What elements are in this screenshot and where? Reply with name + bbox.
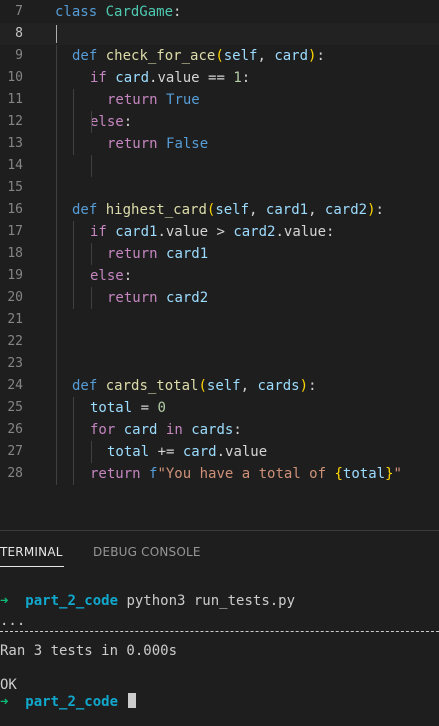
- indent-guide: [91, 243, 92, 265]
- code-text: return False: [107, 136, 209, 152]
- terminal-separator: [0, 631, 439, 632]
- line-number: 9: [15, 48, 23, 63]
- code-text: def check_for_ace(self, card):: [72, 48, 325, 64]
- code-text: return card1: [107, 246, 209, 262]
- line-number: 19: [7, 268, 23, 283]
- code-line[interactable]: 19 else:: [0, 265, 439, 287]
- line-number: 22: [7, 334, 23, 349]
- code-text: if card.value == 1:: [90, 70, 251, 86]
- code-line[interactable]: 9 def check_for_ace(self, card):: [0, 45, 439, 67]
- line-number: 21: [7, 312, 23, 327]
- prompt-directory: part_2_code: [25, 593, 119, 609]
- prompt-arrow-icon: ➜: [0, 593, 9, 609]
- line-number: 28: [7, 466, 23, 481]
- line-number: 7: [15, 4, 23, 19]
- terminal-cursor: [128, 693, 137, 708]
- code-line[interactable]: 11 return True: [0, 89, 439, 111]
- code-line[interactable]: 14: [0, 155, 439, 177]
- code-line[interactable]: 28 return f"You have a total of {total}": [0, 463, 439, 485]
- prompt-arrow-icon: ➜: [0, 694, 9, 710]
- text-cursor: [56, 25, 57, 43]
- code-line[interactable]: 23: [0, 353, 439, 375]
- terminal-result: Ran 3 tests in 0.000s: [0, 643, 178, 659]
- code-line[interactable]: 17 if card1.value > card2.value:: [0, 221, 439, 243]
- prompt-directory: part_2_code: [25, 694, 119, 710]
- line-number: 20: [7, 290, 23, 305]
- line-number: 8: [15, 26, 23, 41]
- indent-guide: [91, 111, 92, 133]
- indent-guide: [56, 45, 57, 485]
- code-editor[interactable]: 7 class CardGame: 8 9 def check_for_ace(self…: [0, 0, 439, 530]
- terminal-command-line[interactable]: ➜ part_2_code python3 run_tests.py: [0, 591, 295, 611]
- code-line[interactable]: 10 if card.value == 1:: [0, 67, 439, 89]
- code-line[interactable]: 21: [0, 309, 439, 331]
- code-line[interactable]: 12 else:: [0, 111, 439, 133]
- line-number: 26: [7, 422, 23, 437]
- code-line[interactable]: 27 total += card.value: [0, 441, 439, 463]
- code-text: class CardGame:: [55, 4, 182, 20]
- code-line[interactable]: 13 return False: [0, 133, 439, 155]
- code-line[interactable]: 25 total = 0: [0, 397, 439, 419]
- indent-guide: [73, 89, 74, 155]
- terminal-prompt[interactable]: ➜ part_2_code: [0, 692, 137, 712]
- code-text: return f"You have a total of {total}": [90, 466, 402, 482]
- code-text: def highest_card(self, card1, card2):: [72, 202, 384, 218]
- code-line[interactable]: 7 class CardGame:: [0, 1, 439, 23]
- code-line[interactable]: 22: [0, 331, 439, 353]
- code-line[interactable]: 16 def highest_card(self, card1, card2):: [0, 199, 439, 221]
- code-text: if card1.value > card2.value:: [90, 224, 335, 240]
- indent-guide: [91, 441, 92, 463]
- code-text: return card2: [107, 290, 209, 306]
- code-line[interactable]: 26 for card in cards:: [0, 419, 439, 441]
- indent-guide: [73, 221, 74, 309]
- line-number: 17: [7, 224, 23, 239]
- code-text: return True: [107, 92, 200, 108]
- line-number: 10: [7, 70, 23, 85]
- line-number: 12: [7, 114, 23, 129]
- terminal-command: python3 run_tests.py: [126, 593, 296, 609]
- bottom-panel: TERMINAL DEBUG CONSOLE ➜ part_2_code pyt…: [0, 531, 439, 726]
- terminal-dots: ...: [0, 613, 26, 629]
- line-number: 16: [7, 202, 23, 217]
- code-text: def cards_total(self, cards):: [72, 378, 317, 394]
- code-line[interactable]: 24 def cards_total(self, cards):: [0, 375, 439, 397]
- line-number: 23: [7, 356, 23, 371]
- active-tab-indicator: [0, 566, 64, 567]
- line-number: 27: [7, 444, 23, 459]
- line-number: 11: [7, 92, 23, 107]
- indent-guide: [91, 155, 92, 177]
- tab-debug-console[interactable]: DEBUG CONSOLE: [93, 545, 201, 559]
- tab-terminal[interactable]: TERMINAL: [0, 545, 63, 559]
- line-number: 13: [7, 136, 23, 151]
- indent-guide: [73, 397, 74, 485]
- line-number: 25: [7, 400, 23, 415]
- code-text: total += card.value: [107, 444, 268, 460]
- code-line[interactable]: 15: [0, 177, 439, 199]
- code-line[interactable]: 18 return card1: [0, 243, 439, 265]
- code-text: else:: [90, 268, 133, 284]
- line-number: 18: [7, 246, 23, 261]
- line-number: 24: [7, 378, 23, 393]
- line-number: 15: [7, 180, 23, 195]
- code-text: else:: [90, 114, 133, 130]
- code-line[interactable]: 20 return card2: [0, 287, 439, 309]
- code-text: for card in cards:: [90, 422, 242, 438]
- code-line[interactable]: 8: [0, 23, 439, 45]
- indent-guide: [91, 287, 92, 309]
- code-text: total = 0: [90, 400, 166, 416]
- line-number: 14: [7, 158, 23, 173]
